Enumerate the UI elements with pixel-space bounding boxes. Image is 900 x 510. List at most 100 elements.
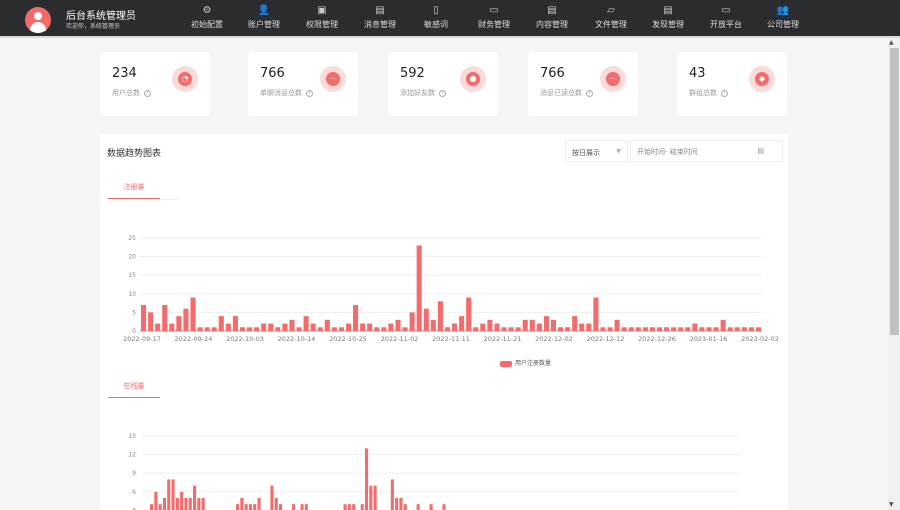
bar xyxy=(310,323,316,331)
bar xyxy=(367,323,373,331)
bar xyxy=(352,504,356,510)
bar xyxy=(442,504,446,510)
bar xyxy=(240,498,244,510)
bar xyxy=(275,327,281,331)
y-tick-label: 0 xyxy=(132,328,136,335)
bar xyxy=(390,479,394,510)
y-tick-label: 15 xyxy=(128,433,136,440)
bar xyxy=(572,316,578,331)
bar xyxy=(360,504,364,510)
bar xyxy=(614,319,620,331)
bar xyxy=(741,327,747,331)
bar xyxy=(188,498,192,510)
y-tick-label: 15 xyxy=(128,272,136,279)
y-tick-label: 6 xyxy=(132,489,136,496)
bar xyxy=(381,327,387,331)
bar xyxy=(282,323,288,331)
bar xyxy=(713,327,719,331)
bar xyxy=(324,319,330,331)
bar xyxy=(169,323,175,331)
bar xyxy=(579,323,585,331)
bar xyxy=(211,327,217,331)
bar xyxy=(369,485,373,510)
bar xyxy=(162,498,166,510)
bar xyxy=(204,327,210,331)
bar xyxy=(232,316,238,331)
bar xyxy=(748,327,754,331)
bar xyxy=(244,504,248,510)
bar xyxy=(150,504,154,510)
x-tick-label: 2023-01-16 xyxy=(690,335,728,343)
bar xyxy=(550,319,557,331)
bar xyxy=(409,312,415,331)
bar xyxy=(304,504,308,510)
bar xyxy=(184,498,188,510)
bar xyxy=(141,304,147,331)
bar xyxy=(317,327,323,331)
x-tick-label: 2022-09-24 xyxy=(175,335,213,343)
bar xyxy=(261,323,267,331)
bar xyxy=(685,327,691,331)
bar xyxy=(720,319,726,331)
bar xyxy=(444,327,450,331)
bar xyxy=(158,504,162,510)
x-tick-label: 2022-12-12 xyxy=(587,335,625,343)
bar xyxy=(473,327,479,331)
x-tick-label: 2022-11-02 xyxy=(381,335,419,343)
bar xyxy=(416,504,420,510)
bar xyxy=(291,504,295,510)
bar xyxy=(270,485,274,510)
bar xyxy=(154,491,158,510)
bar xyxy=(183,308,189,331)
bar xyxy=(452,323,458,331)
bar xyxy=(347,504,351,510)
bar xyxy=(395,498,399,510)
bar xyxy=(423,308,429,331)
bar xyxy=(656,327,663,331)
bar xyxy=(515,327,521,331)
bar xyxy=(148,312,154,331)
bar xyxy=(536,323,542,331)
bar xyxy=(360,323,366,331)
bar xyxy=(429,504,433,510)
bar xyxy=(487,319,493,331)
y-tick-label: 25 xyxy=(128,235,136,242)
bar xyxy=(180,491,184,510)
bar xyxy=(437,301,443,331)
bar xyxy=(628,327,634,331)
bar xyxy=(755,327,761,331)
bar xyxy=(508,327,514,331)
x-tick-label: 2022-10-25 xyxy=(329,335,367,343)
bar xyxy=(459,316,465,331)
bar xyxy=(734,327,740,331)
bar xyxy=(501,327,507,331)
bar xyxy=(218,316,224,331)
scrollbar-thumb[interactable] xyxy=(890,48,899,335)
scroll-up-arrow[interactable]: ▲ xyxy=(889,39,894,46)
bar xyxy=(167,479,171,510)
x-tick-label: 2022-12-26 xyxy=(638,335,676,343)
bar xyxy=(671,327,677,331)
bar xyxy=(338,327,344,331)
bar xyxy=(494,323,500,331)
bar xyxy=(642,327,648,331)
bar xyxy=(543,316,549,331)
x-tick-label: 2022-11-21 xyxy=(484,335,522,343)
bar xyxy=(388,323,394,331)
bar xyxy=(692,323,698,331)
bar xyxy=(197,327,203,331)
bar xyxy=(706,327,712,331)
bar xyxy=(331,327,337,331)
bar xyxy=(296,327,302,331)
bar xyxy=(343,504,347,510)
bar xyxy=(253,504,257,510)
bar xyxy=(247,327,253,331)
bar xyxy=(565,327,571,331)
x-tick-label: 2023-02-02 xyxy=(741,335,779,343)
bar xyxy=(279,504,283,510)
y-tick-label: 9 xyxy=(132,470,136,477)
bar xyxy=(403,504,407,510)
scroll-down-arrow[interactable]: ▼ xyxy=(889,501,894,508)
bar xyxy=(621,327,627,331)
bar xyxy=(353,304,359,331)
